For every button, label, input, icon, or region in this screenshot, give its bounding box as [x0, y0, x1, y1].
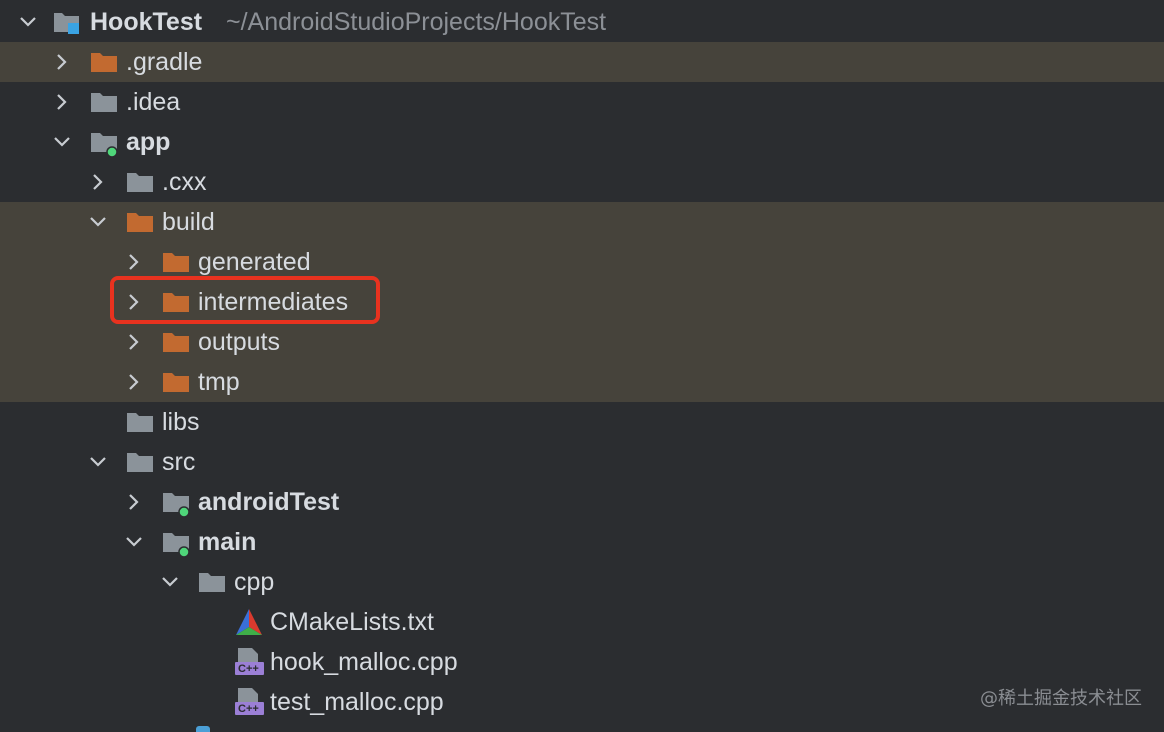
tree-row-idea[interactable]: .idea	[0, 82, 1164, 122]
chevron-right-icon[interactable]	[52, 52, 72, 72]
tree-row-label: build	[162, 208, 215, 236]
tree-row-label: tmp	[198, 368, 240, 396]
cpp-file-icon: C++	[234, 687, 264, 715]
tree-row-label: cpp	[234, 568, 275, 596]
project-tree: HookTest ~/AndroidStudioProjects/HookTes…	[0, 0, 1164, 732]
cmake-icon	[234, 607, 262, 635]
folder-icon	[126, 170, 154, 194]
folder-excluded-icon	[162, 250, 190, 274]
tree-row-tmp[interactable]: tmp	[0, 362, 1164, 402]
chevron-right-icon[interactable]	[124, 332, 144, 352]
folder-icon	[126, 410, 154, 434]
tree-row-label: app	[126, 128, 171, 156]
tree-row-root-label: HookTest	[90, 8, 203, 36]
tree-row-label: .idea	[126, 88, 181, 116]
tree-row-hook-malloc[interactable]: C++ hook_malloc.cpp	[0, 642, 1164, 682]
folder-excluded-icon	[162, 330, 190, 354]
chevron-right-icon[interactable]	[52, 92, 72, 112]
watermark: @稀土掘金技术社区	[980, 688, 1142, 709]
chevron-down-icon[interactable]	[88, 452, 108, 472]
module-folder-icon	[90, 130, 118, 158]
tree-row-label: src	[162, 448, 196, 476]
tree-row-cxx[interactable]: .cxx	[0, 162, 1164, 202]
tree-row-label: libs	[162, 408, 200, 436]
tree-row-cmakelists[interactable]: CMakeLists.txt	[0, 602, 1164, 642]
folder-excluded-icon	[90, 50, 118, 74]
tree-row-label: .cxx	[162, 168, 207, 196]
cpp-file-icon: C++	[234, 647, 264, 675]
tree-row-label: main	[198, 528, 257, 556]
cpp-badge-label: C++	[238, 663, 259, 675]
partial-row-icon	[196, 726, 210, 732]
chevron-down-icon[interactable]	[52, 132, 72, 152]
tree-row-root[interactable]: HookTest ~/AndroidStudioProjects/HookTes…	[0, 2, 1164, 42]
cpp-badge-label: C++	[238, 703, 259, 715]
chevron-down-icon[interactable]	[124, 532, 144, 552]
tree-row-src[interactable]: src	[0, 442, 1164, 482]
chevron-down-icon[interactable]	[18, 12, 38, 32]
chevron-down-icon[interactable]	[160, 572, 180, 592]
folder-icon	[198, 570, 226, 594]
tree-row-label: generated	[198, 248, 311, 276]
tree-row-label: .gradle	[126, 48, 203, 76]
folder-icon	[90, 90, 118, 114]
tree-row-androidtest[interactable]: androidTest	[0, 482, 1164, 522]
module-folder-icon	[162, 530, 190, 558]
folder-excluded-icon	[126, 210, 154, 234]
folder-excluded-icon	[162, 370, 190, 394]
tree-row-main[interactable]: main	[0, 522, 1164, 562]
tree-row-app[interactable]: app	[0, 122, 1164, 162]
project-path: ~/AndroidStudioProjects/HookTest	[226, 8, 607, 36]
chevron-right-icon[interactable]	[124, 372, 144, 392]
project-folder-icon	[52, 10, 80, 34]
tree-row-libs[interactable]: libs	[0, 402, 1164, 442]
tree-row-label: androidTest	[198, 488, 340, 516]
chevron-right-icon[interactable]	[124, 492, 144, 512]
tree-row-label: outputs	[198, 328, 281, 356]
folder-icon	[126, 450, 154, 474]
tree-row-label: CMakeLists.txt	[270, 608, 434, 636]
chevron-right-icon[interactable]	[124, 252, 144, 272]
tree-row-label: hook_malloc.cpp	[270, 648, 458, 676]
tree-row-outputs[interactable]: outputs	[0, 322, 1164, 362]
highlight-annotation	[110, 276, 380, 324]
chevron-right-icon[interactable]	[88, 172, 108, 192]
module-folder-icon	[162, 490, 190, 518]
tree-row-gradle[interactable]: .gradle	[0, 42, 1164, 82]
tree-row-build[interactable]: build	[0, 202, 1164, 242]
tree-row-cpp[interactable]: cpp	[0, 562, 1164, 602]
chevron-down-icon[interactable]	[88, 212, 108, 232]
tree-row-label: test_malloc.cpp	[270, 688, 444, 716]
